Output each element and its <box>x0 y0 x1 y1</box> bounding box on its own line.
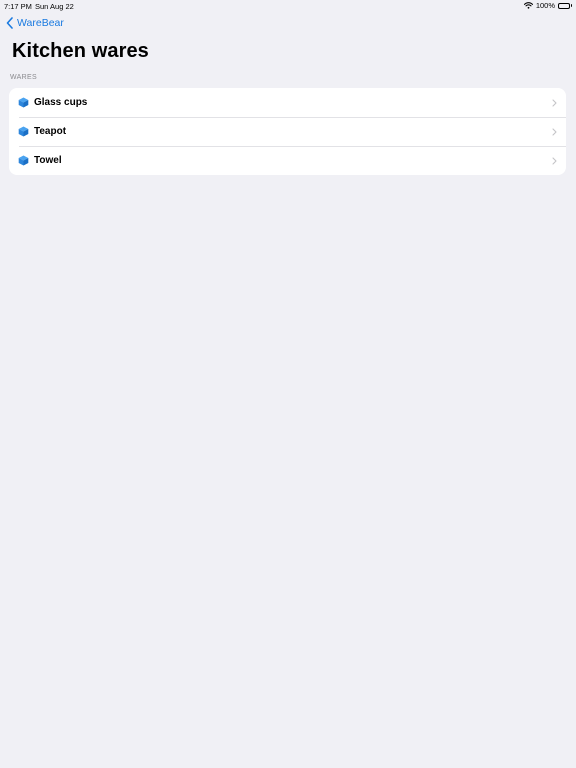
status-date: Sun Aug 22 <box>35 2 74 11</box>
chevron-right-icon <box>552 156 557 165</box>
list-item-label: Teapot <box>34 126 67 137</box>
list-item-label: Glass cups <box>34 97 88 108</box>
status-indicators: 100% <box>523 1 572 10</box>
back-button[interactable]: WareBear <box>6 17 64 29</box>
section-header: WARES <box>10 74 37 81</box>
cube-icon <box>18 155 29 166</box>
battery-percentage: 100% <box>535 1 555 10</box>
list-item-teapot[interactable]: Teapot <box>9 117 566 146</box>
cube-icon <box>18 97 29 108</box>
list-item-towel[interactable]: Towel <box>9 146 566 175</box>
chevron-right-icon <box>552 127 557 136</box>
status-bar: 7:17 PM Sun Aug 22 100% <box>0 0 576 12</box>
status-time: 7:17 PM <box>4 2 32 11</box>
wares-list: Glass cups Teapot Towel <box>9 88 566 175</box>
battery-icon <box>558 2 572 9</box>
page-title: Kitchen wares <box>12 40 149 62</box>
wifi-icon <box>523 2 533 9</box>
chevron-left-icon <box>6 17 13 29</box>
list-item-label: Towel <box>34 155 62 166</box>
list-item-glass-cups[interactable]: Glass cups <box>9 88 566 117</box>
cube-icon <box>18 126 29 137</box>
back-label: WareBear <box>17 17 64 29</box>
chevron-right-icon <box>552 98 557 107</box>
